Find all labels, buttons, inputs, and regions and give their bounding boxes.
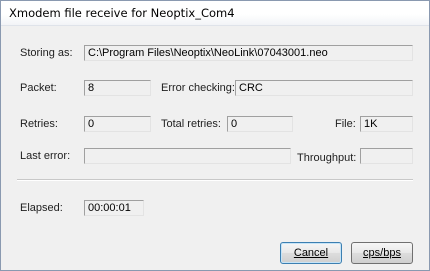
throughput-label: Throughput: [297,152,357,164]
separator-line [17,179,413,181]
title-bar[interactable]: Xmodem file receive for Neoptix_Com4 [1,1,429,26]
last-error-label: Last error: [20,150,71,162]
cancel-button-label: Cancel [293,247,329,259]
cps-bps-button-label: cps/bps [363,247,401,259]
cps-bps-button[interactable]: cps/bps [351,242,413,264]
elapsed-label: Elapsed: [20,202,63,214]
file-field: 1K [360,116,413,132]
window-title: Xmodem file receive for Neoptix_Com4 [9,6,235,20]
storing-as-field: C:\Program Files\Neoptix\NeoLink\0704300… [84,45,413,61]
xmodem-receive-dialog: Xmodem file receive for Neoptix_Com4 Sto… [0,0,430,271]
last-error-field [84,148,291,164]
storing-as-label: Storing as: [20,47,73,59]
throughput-field [360,148,413,164]
retries-field: 0 [84,116,151,132]
error-checking-field: CRC [235,80,413,96]
total-retries-field: 0 [227,116,293,132]
packet-label: Packet: [20,82,57,94]
cancel-button[interactable]: Cancel [280,242,342,264]
retries-label: Retries: [20,118,58,130]
error-checking-label: Error checking: [161,82,235,94]
packet-field: 8 [84,80,151,96]
elapsed-field: 00:00:01 [84,200,144,216]
file-label: File: [335,118,356,130]
total-retries-label: Total retries: [161,118,221,130]
